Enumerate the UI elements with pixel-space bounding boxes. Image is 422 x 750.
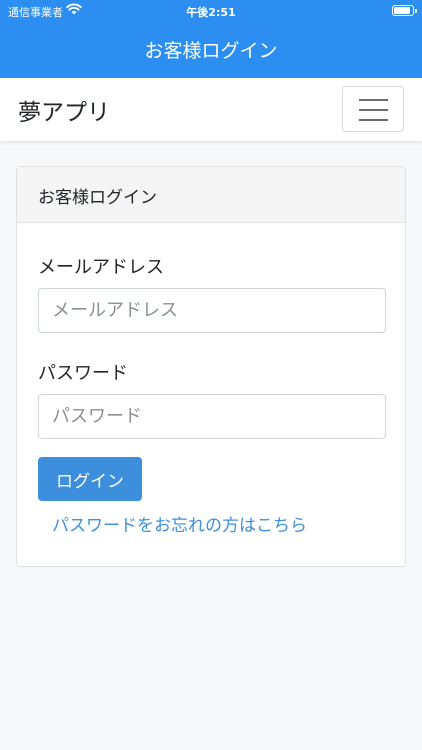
battery-icon: [392, 5, 417, 16]
status-bar: 通信事業者 午後2:51: [0, 0, 422, 22]
password-label: パスワード: [38, 363, 128, 384]
status-time: 午後2:51: [186, 6, 236, 19]
menu-toggle-button[interactable]: [342, 86, 404, 132]
email-field[interactable]: [38, 288, 386, 333]
brand-title[interactable]: 夢アプリ: [18, 93, 110, 127]
login-card: お客様ログイン メールアドレス パスワード ログイン パスワードをお忘れの方はこ…: [16, 166, 406, 567]
app-header: 通信事業者 午後2:51 お客様ログイン: [0, 0, 422, 78]
login-button[interactable]: ログイン: [38, 457, 142, 501]
email-label: メールアドレス: [38, 257, 164, 278]
card-title: お客様ログイン: [17, 167, 405, 223]
forgot-password-link[interactable]: パスワードをお忘れの方はこちら: [52, 511, 307, 536]
screen-title: お客様ログイン: [144, 40, 278, 62]
navbar: 夢アプリ: [0, 78, 422, 141]
password-field[interactable]: [38, 394, 386, 439]
